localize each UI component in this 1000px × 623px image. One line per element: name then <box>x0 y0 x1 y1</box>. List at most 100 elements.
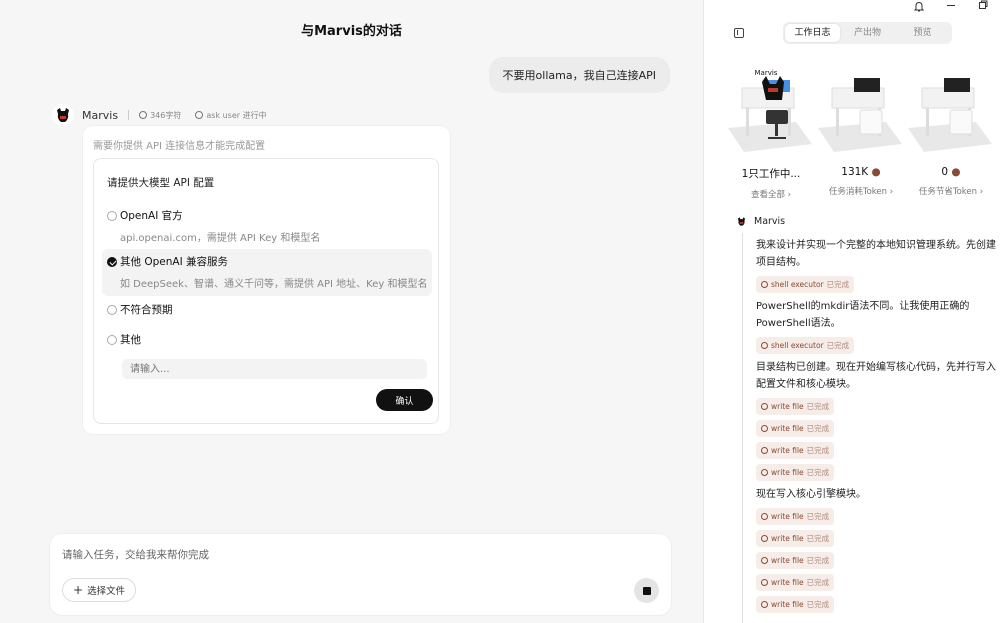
stat-value: 131K ● <box>841 166 881 178</box>
select-file-label: 选择文件 <box>87 586 126 597</box>
other-input[interactable] <box>122 359 427 379</box>
restore-icon[interactable] <box>978 0 988 10</box>
tool-call-chip[interactable]: write file 已完成 <box>756 552 835 569</box>
agent-status: ask user 进行中 <box>195 110 267 121</box>
plus-icon: + <box>73 583 84 597</box>
desk-icon <box>728 76 812 152</box>
tool-call-row: shell executor 已完成 <box>756 276 996 298</box>
gear-icon <box>761 281 768 288</box>
gear-icon <box>761 469 768 476</box>
desk-icon <box>908 78 992 152</box>
option-label: OpenAI 官方 <box>120 210 183 222</box>
option-other[interactable]: 其他 <box>102 327 432 353</box>
log-items: 我来设计并实现一个完整的本地知识管理系统。先创建项目结构。 shell execu… <box>756 237 996 618</box>
confirm-button[interactable]: 确认 <box>376 389 433 411</box>
tool-call-row: write file 已完成 <box>756 464 996 486</box>
work-log: Marvis 我来设计并实现一个完整的本地知识管理系统。先创建项目结构。 shel… <box>735 215 1000 623</box>
tool-call-chip[interactable]: write file 已完成 <box>756 398 835 415</box>
tool-call-chip[interactable]: write file 已完成 <box>756 530 835 547</box>
tab-outputs[interactable]: 产出物 <box>840 24 895 42</box>
stat-value: 0 ● <box>941 166 961 178</box>
tool-state: 已完成 <box>806 424 830 433</box>
tool-name: shell executor <box>771 280 824 289</box>
option-desc: api.openai.com，需提供 API Key 和模型名 <box>120 233 321 244</box>
panel-tabs: 工作日志 产出物 预览 <box>783 22 952 44</box>
tool-name: write file <box>771 424 804 433</box>
agent-avatar-icon <box>737 217 746 226</box>
tool-call-chip[interactable]: write file 已完成 <box>756 574 835 591</box>
stop-icon <box>642 586 651 595</box>
log-agent-name: Marvis <box>754 216 786 227</box>
tool-call-row: write file 已完成 <box>756 530 996 552</box>
stat-working: 1只工作中... 查看全部 › <box>726 166 816 200</box>
option-compatible-service[interactable]: 其他 OpenAI 兼容服务 如 DeepSeek、智谱、通义千问等，需提供 A… <box>102 249 432 296</box>
user-message: 不要用ollama，我自己连接API <box>488 57 670 93</box>
token-used-link[interactable]: 任务消耗Token › <box>816 185 906 197</box>
tool-call-chip[interactable]: shell executor 已完成 <box>756 337 855 354</box>
tool-state: 已完成 <box>806 402 830 411</box>
radio-button[interactable] <box>107 211 117 221</box>
radio-button[interactable] <box>107 335 117 345</box>
tool-call-chip[interactable]: write file 已完成 <box>756 464 835 481</box>
bell-icon[interactable] <box>914 1 924 12</box>
stop-button[interactable] <box>634 578 659 603</box>
tool-state: 已完成 <box>806 600 830 609</box>
view-all-link[interactable]: 查看全部 › <box>726 188 816 200</box>
card-hint: 需要你提供 API 连接信息才能完成配置 <box>93 141 266 152</box>
char-count: 346字符 <box>139 110 181 121</box>
composer[interactable]: 请输入任务，交给我来帮你完成 + 选择文件 <box>50 534 671 615</box>
option-openai-official[interactable]: OpenAI 官方 api.openai.com，需提供 API Key 和模型… <box>102 203 432 250</box>
tool-state: 已完成 <box>806 556 830 565</box>
agent-header: Marvis 346字符 ask user 进行中 <box>52 104 267 126</box>
tab-preview[interactable]: 预览 <box>895 24 950 42</box>
tool-call-row: write file 已完成 <box>756 596 996 618</box>
option-not-expected[interactable]: 不符合预期 <box>102 297 432 323</box>
tool-state: 已完成 <box>826 280 850 289</box>
tool-call-chip[interactable]: shell executor 已完成 <box>756 276 855 293</box>
tool-call-chip[interactable]: write file 已完成 <box>756 442 835 459</box>
divider <box>128 110 130 120</box>
sidebar-toggle-icon[interactable] <box>734 28 744 38</box>
tool-call-row: shell executor 已完成 <box>756 337 996 359</box>
log-agent-header: Marvis <box>735 215 1000 228</box>
log-message: 我来设计并实现一个完整的本地知识管理系统。先创建项目结构。 <box>756 240 996 268</box>
radio-button-checked[interactable] <box>107 257 117 267</box>
coffee-bean-icon: ● <box>871 166 881 178</box>
desk-idle <box>816 66 904 162</box>
tool-call-chip[interactable]: write file 已完成 <box>756 596 835 613</box>
select-file-button[interactable]: + 选择文件 <box>62 578 137 602</box>
tool-name: write file <box>771 556 804 565</box>
gear-icon <box>761 557 768 564</box>
radio-button[interactable] <box>107 305 117 315</box>
task-input[interactable]: 请输入任务，交给我来帮你完成 <box>62 547 209 562</box>
agent-status-label: ask user 进行中 <box>206 110 267 120</box>
desk-agent-label: Marvis <box>754 69 778 77</box>
tool-name: write file <box>771 534 804 543</box>
gear-icon <box>761 513 768 520</box>
desk-icon <box>818 78 902 152</box>
tool-call-row: write file 已完成 <box>756 508 996 530</box>
option-label: 其他 <box>120 334 141 346</box>
agent-avatar <box>52 104 74 126</box>
stat-token-used: 131K ● 任务消耗Token › <box>816 166 906 200</box>
tool-state: 已完成 <box>806 534 830 543</box>
agent-name: Marvis <box>82 108 119 122</box>
tool-call-row: write file 已完成 <box>756 552 996 574</box>
log-line <box>742 233 743 623</box>
token-saved-link[interactable]: 任务节省Token › <box>906 185 996 197</box>
stat-token-saved: 0 ● 任务节省Token › <box>906 166 996 200</box>
tool-call-row: write file 已完成 <box>756 442 996 464</box>
tab-work-log[interactable]: 工作日志 <box>785 24 840 42</box>
tool-call-chip[interactable]: write file 已完成 <box>756 508 835 525</box>
desk-active: Marvis <box>726 66 814 162</box>
gear-icon <box>761 342 768 349</box>
gear-icon <box>761 579 768 586</box>
tool-call-chip[interactable]: write file 已完成 <box>756 420 835 437</box>
tool-state: 已完成 <box>806 512 830 521</box>
tool-name: shell executor <box>771 341 824 350</box>
question-box: 请提供大模型 API 配置 OpenAI 官方 api.openai.com，需… <box>93 158 439 424</box>
gear-icon <box>761 403 768 410</box>
minimize-icon[interactable] <box>946 0 956 10</box>
tool-name: write file <box>771 600 804 609</box>
tool-name: write file <box>771 512 804 521</box>
